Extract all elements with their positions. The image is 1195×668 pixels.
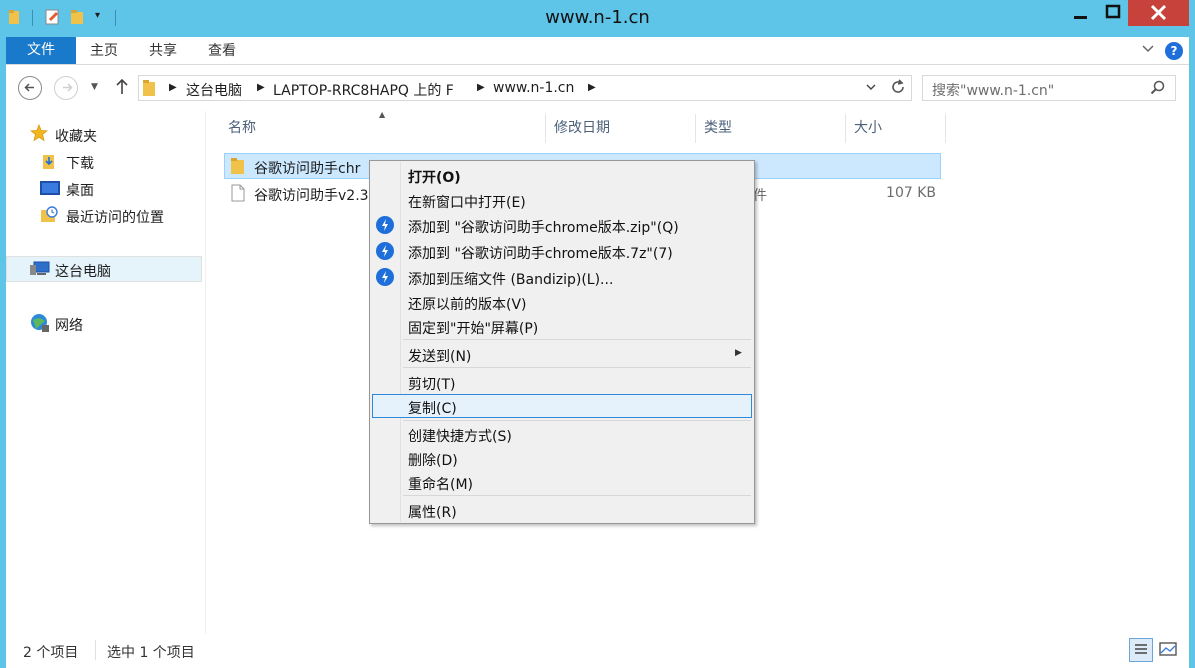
large-icons-view-button[interactable] xyxy=(1157,638,1181,662)
menu-separator xyxy=(403,339,751,340)
nav-network[interactable]: 网络 xyxy=(55,315,83,335)
file-name[interactable]: 谷歌访问助手chr xyxy=(254,158,360,178)
menu-separator xyxy=(403,495,751,496)
search-placeholder: 搜索"www.n-1.cn" xyxy=(932,83,1055,99)
file-name[interactable]: 谷歌访问助手v2.3 xyxy=(254,185,369,205)
menu-item-open-new-window[interactable]: 在新窗口中打开(E) xyxy=(408,192,526,212)
file-icon xyxy=(231,184,245,206)
recent-places-icon xyxy=(40,206,58,228)
details-view-button[interactable] xyxy=(1129,638,1153,662)
desktop-icon xyxy=(40,181,60,201)
nav-recent-places[interactable]: 最近访问的位置 xyxy=(66,207,164,227)
menu-item-add-zip[interactable]: 添加到 "谷歌访问助手chrome版本.zip"(Q) xyxy=(408,217,679,237)
bandizip-icon xyxy=(376,216,394,234)
nav-this-pc[interactable]: 这台电脑 xyxy=(55,261,111,281)
up-arrow-icon[interactable] xyxy=(114,78,130,100)
column-header-name[interactable]: 名称 xyxy=(220,114,546,143)
expand-ribbon-icon[interactable] xyxy=(1141,42,1155,60)
network-icon xyxy=(30,313,50,337)
download-folder-icon xyxy=(41,152,57,174)
status-divider xyxy=(95,640,96,660)
window-title: www.n-1.cn xyxy=(545,7,650,28)
computer-icon xyxy=(30,261,50,281)
breadcrumb-folder[interactable]: www.n-1.cn xyxy=(493,80,574,96)
menu-gutter-divider xyxy=(400,162,401,522)
item-count: 2 个项目 xyxy=(23,645,79,661)
back-button[interactable] xyxy=(18,76,42,100)
breadcrumb-separator-icon[interactable]: ▶ xyxy=(169,82,177,93)
refresh-icon[interactable] xyxy=(889,78,907,100)
star-icon xyxy=(29,123,49,146)
ribbon-bar xyxy=(6,37,1189,65)
menu-item-properties[interactable]: 属性(R) xyxy=(408,502,457,522)
menu-item-restore-versions[interactable]: 还原以前的版本(V) xyxy=(408,294,527,314)
close-button[interactable] xyxy=(1128,0,1189,26)
folder-icon xyxy=(230,157,246,179)
file-type: 件 xyxy=(753,188,767,204)
selected-count: 选中 1 个项目 xyxy=(107,645,195,661)
tab-file[interactable]: 文件 xyxy=(6,37,76,64)
menu-separator xyxy=(403,367,751,368)
column-header-type[interactable]: 类型 xyxy=(696,114,846,143)
nav-downloads[interactable]: 下载 xyxy=(66,153,94,173)
breadcrumb-separator-icon[interactable]: ▶ xyxy=(588,82,596,93)
nav-favorites[interactable]: 收藏夹 xyxy=(55,126,97,146)
address-dropdown-icon[interactable] xyxy=(865,81,877,97)
breadcrumb-separator-icon[interactable]: ▶ xyxy=(477,82,485,93)
menu-item-open[interactable]: 打开(O) xyxy=(408,167,461,187)
tab-share[interactable]: 共享 xyxy=(149,37,177,64)
submenu-arrow-icon: ▶ xyxy=(735,348,742,358)
menu-item-pin-start[interactable]: 固定到"开始"屏幕(P) xyxy=(408,318,538,338)
menu-item-send-to[interactable]: 发送到(N) xyxy=(408,346,471,366)
breadcrumb-drive[interactable]: LAPTOP-RRC8HAPQ 上的 F xyxy=(273,80,454,100)
minimize-button[interactable] xyxy=(1063,0,1098,26)
search-icon[interactable] xyxy=(1150,80,1166,100)
nav-desktop[interactable]: 桌面 xyxy=(66,180,94,200)
maximize-button[interactable] xyxy=(1098,0,1128,26)
column-header-date[interactable]: 修改日期 xyxy=(546,114,696,143)
pane-divider[interactable] xyxy=(205,111,206,634)
help-icon[interactable]: ? xyxy=(1165,42,1183,60)
menu-item-cut[interactable]: 剪切(T) xyxy=(408,374,455,394)
tab-home[interactable]: 主页 xyxy=(90,37,118,64)
forward-button[interactable] xyxy=(54,76,78,100)
column-header-size[interactable]: 大小 xyxy=(846,114,946,143)
folder-icon xyxy=(142,79,158,101)
menu-item-add-7z[interactable]: 添加到 "谷歌访问助手chrome版本.7z"(7) xyxy=(408,243,673,263)
file-size: 107 KB xyxy=(886,185,936,201)
menu-item-rename[interactable]: 重命名(M) xyxy=(408,474,473,494)
breadcrumb-separator-icon[interactable]: ▶ xyxy=(257,82,265,93)
menu-item-add-archive[interactable]: 添加到压缩文件 (Bandizip)(L)... xyxy=(408,269,613,289)
menu-item-delete[interactable]: 删除(D) xyxy=(408,450,458,470)
menu-separator xyxy=(403,420,751,421)
tab-view[interactable]: 查看 xyxy=(208,37,236,64)
menu-item-create-shortcut[interactable]: 创建快捷方式(S) xyxy=(408,426,512,446)
menu-item-copy[interactable]: 复制(C) xyxy=(408,398,457,418)
recent-locations-icon[interactable]: ▼ xyxy=(91,82,98,92)
bandizip-icon xyxy=(376,268,394,286)
bandizip-icon xyxy=(376,242,394,260)
breadcrumb-this-pc[interactable]: 这台电脑 xyxy=(186,80,242,100)
